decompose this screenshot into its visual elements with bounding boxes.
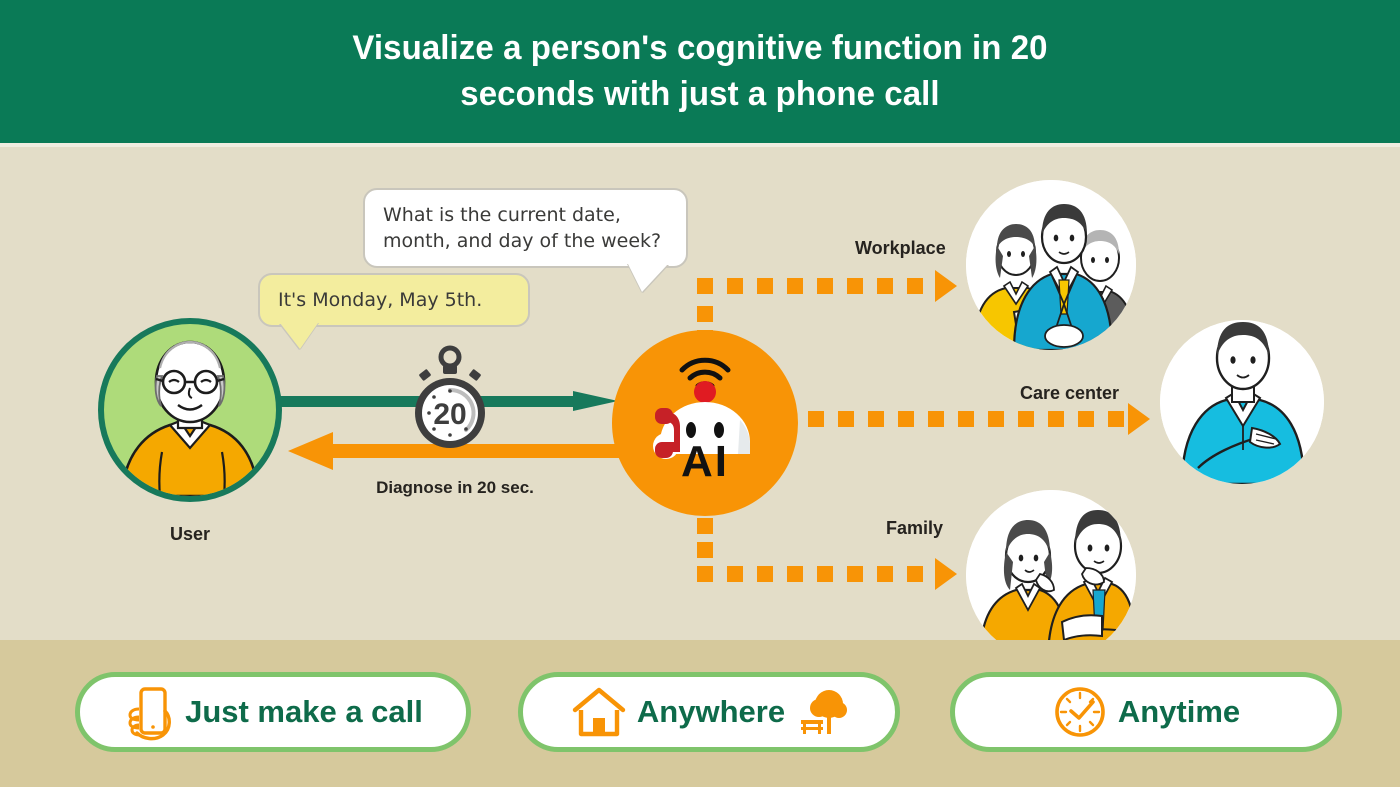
user-avatar <box>98 318 282 502</box>
destination-label-care-center: Care center <box>1020 383 1120 403</box>
destination-label-workplace: Workplace <box>855 238 946 258</box>
business-team-avatar-icon <box>966 180 1136 350</box>
ai-node: AI <box>612 330 798 516</box>
speech-bubble-answer-tail <box>280 323 318 350</box>
destination-avatar-care-center <box>1160 320 1324 484</box>
destination-avatar-workplace <box>966 180 1136 350</box>
ai-robot-phone-icon <box>653 357 750 459</box>
feature-label-anywhere: Anywhere <box>636 694 786 729</box>
clock-icon <box>1052 684 1108 740</box>
feature-pill-just-make-a-call[interactable]: Just make a call <box>75 672 471 752</box>
stopwatch-icon: 20 <box>415 345 485 448</box>
header-banner: Visualize a person's cognitive function … <box>0 0 1400 143</box>
house-icon <box>571 686 627 738</box>
infographic-canvas: Visualize a person's cognitive function … <box>0 0 1400 787</box>
diagnose-caption: Diagnose in 20 sec. <box>376 478 534 497</box>
speech-bubble-answer: It's Monday, May 5th. <box>258 273 530 350</box>
ai-label: AI <box>681 437 729 486</box>
destination-avatar-family <box>966 490 1136 660</box>
ai-circle: AI <box>612 330 798 516</box>
user-node: User <box>98 318 282 545</box>
caregiver-avatar-icon <box>1160 320 1324 484</box>
speech-bubble-question-text: What is the current date, month, and day… <box>383 204 662 253</box>
speech-bubble-question-tail <box>628 264 668 293</box>
stopwatch-value: 20 <box>433 398 466 431</box>
hand-holding-phone-icon <box>123 683 175 741</box>
feature-pill-anywhere[interactable]: Anywhere <box>518 672 900 752</box>
tree-bench-icon <box>795 686 848 738</box>
feature-label-just-make-a-call: Just make a call <box>185 694 423 729</box>
page-title: Visualize a person's cognitive function … <box>352 28 1048 113</box>
feature-pill-anytime[interactable]: Anytime <box>950 672 1342 752</box>
destination-label-family: Family <box>886 518 944 538</box>
family-couple-avatar-icon <box>966 490 1136 660</box>
user-label: User <box>169 524 211 544</box>
speech-bubble-question: What is the current date, month, and day… <box>363 188 688 293</box>
feature-label-anytime: Anytime <box>1117 694 1241 729</box>
speech-bubble-answer-text: It's Monday, May 5th. <box>278 289 483 311</box>
elderly-man-avatar-icon <box>120 340 260 496</box>
